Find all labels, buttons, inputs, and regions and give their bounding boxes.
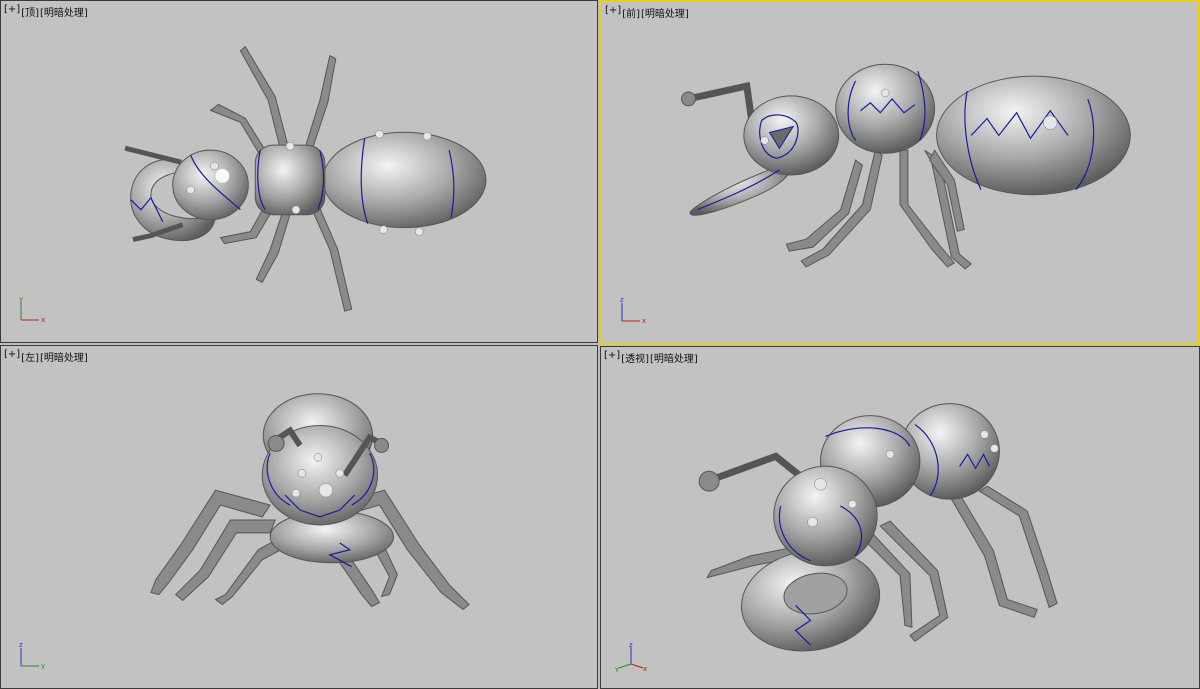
viewport-top[interactable]: [+] [顶] [明暗处理] y x — [0, 0, 598, 343]
axis-x-label: x — [643, 665, 647, 672]
axis-z-label: z — [620, 297, 624, 304]
viewport-front[interactable]: [+] [前] [明暗处理] z x — [600, 0, 1200, 345]
axis-y-label: y — [615, 665, 619, 672]
axis-z-label: z — [629, 642, 633, 649]
axis-z-label: z — [19, 642, 23, 649]
axis-y-label: y — [19, 296, 23, 303]
viewport-perspective[interactable]: [+] [透视] [明暗处理] z y x — [600, 346, 1200, 689]
axis-x-label: x — [41, 316, 45, 324]
axis-gizmo: z y x — [615, 642, 647, 672]
axis-gizmo: y x — [19, 296, 45, 324]
axis-x-label: x — [642, 317, 646, 325]
viewport-left[interactable]: [+] [左] [明暗处理] z y — [0, 345, 598, 689]
axis-y-label: y — [41, 662, 45, 670]
axis-gizmo: z y — [19, 642, 45, 670]
ant-model-top-view[interactable] — [1, 1, 597, 342]
ant-model-perspective-view[interactable] — [601, 347, 1199, 688]
ant-model-left-view[interactable] — [1, 346, 597, 688]
axis-gizmo: z x — [620, 297, 646, 325]
ant-model-front-view[interactable] — [602, 2, 1198, 343]
